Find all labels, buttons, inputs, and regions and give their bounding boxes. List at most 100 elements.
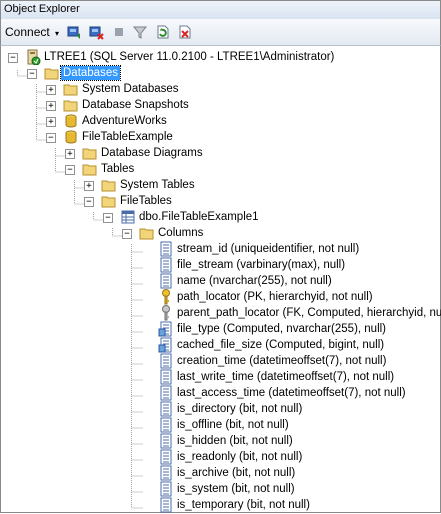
- delete-icon[interactable]: [177, 24, 193, 40]
- column-icon: [160, 257, 172, 273]
- folder-icon: [82, 148, 97, 160]
- tree-node-system-tables[interactable]: + System Tables: [1, 177, 440, 193]
- collapse-toggle[interactable]: −: [84, 197, 94, 207]
- collapse-toggle[interactable]: −: [46, 133, 56, 143]
- column-icon: [160, 369, 172, 385]
- column-label: path_locator (PK, hierarchyid, not null): [177, 291, 373, 303]
- column-node[interactable]: is_hidden (bit, not null): [1, 433, 440, 449]
- folder-icon: [63, 84, 78, 96]
- tree-node-database-diagrams[interactable]: + Database Diagrams: [1, 145, 440, 161]
- connect-label: Connect: [5, 25, 50, 39]
- tree-node-databases[interactable]: − Databases: [1, 65, 440, 81]
- column-node[interactable]: is_system (bit, not null): [1, 481, 440, 497]
- column-label: cached_file_size (Computed, bigint, null…: [177, 339, 385, 351]
- tree-node-server[interactable]: − LTREE1 (SQL Server 11.0.2100 - LTREE1\…: [1, 49, 440, 65]
- tree-node-table[interactable]: − dbo.FileTableExample1: [1, 209, 440, 225]
- refresh-icon[interactable]: [155, 24, 171, 40]
- column-icon: [160, 497, 172, 513]
- expand-toggle[interactable]: +: [46, 101, 56, 111]
- folder-open-icon: [139, 228, 154, 240]
- connect-object-explorer-icon[interactable]: [66, 24, 82, 40]
- column-label: is_temporary (bit, not null): [177, 499, 310, 511]
- column-node[interactable]: is_archive (bit, not null): [1, 465, 440, 481]
- column-label: is_system (bit, not null): [177, 483, 295, 495]
- columns-folder-label: Columns: [158, 227, 204, 239]
- column-node[interactable]: last_access_time (datetimeoffset(7), not…: [1, 385, 440, 401]
- database-snapshots-label: Database Snapshots: [82, 99, 189, 111]
- computed-column-icon: [158, 321, 172, 337]
- column-label: is_readonly (bit, not null): [177, 451, 303, 463]
- tree-node-adventureworks[interactable]: + AdventureWorks: [1, 113, 440, 129]
- database-icon: [65, 114, 77, 128]
- column-icon: [160, 385, 172, 401]
- column-node[interactable]: path_locator (PK, hierarchyid, not null): [1, 289, 440, 305]
- column-node[interactable]: is_readonly (bit, not null): [1, 449, 440, 465]
- system-tables-label: System Tables: [120, 179, 195, 191]
- column-label: file_stream (varbinary(max), null): [177, 259, 346, 271]
- chevron-down-icon: ▾: [55, 29, 60, 38]
- table-icon: [121, 210, 135, 224]
- filetableexample-label: FileTableExample: [82, 131, 173, 143]
- folder-open-icon: [82, 164, 97, 176]
- folder-icon: [63, 100, 78, 112]
- column-node[interactable]: is_offline (bit, not null): [1, 417, 440, 433]
- column-icon: [160, 273, 172, 289]
- server-icon: [27, 49, 41, 65]
- expand-toggle[interactable]: +: [46, 85, 56, 95]
- column-label: name (nvarchar(255), not null): [177, 275, 332, 287]
- column-icon: [160, 481, 172, 497]
- expand-toggle[interactable]: +: [65, 149, 75, 159]
- collapse-toggle[interactable]: −: [27, 69, 37, 79]
- column-label: last_access_time (datetimeoffset(7), not…: [177, 387, 406, 399]
- folder-icon: [101, 180, 116, 192]
- database-icon: [65, 130, 77, 144]
- primary-key-icon: [162, 289, 170, 305]
- computed-column-icon: [158, 337, 172, 353]
- table-label: dbo.FileTableExample1: [139, 211, 259, 223]
- filter-icon[interactable]: [132, 24, 148, 40]
- column-label: is_hidden (bit, not null): [177, 435, 293, 447]
- folder-open-icon: [101, 196, 116, 208]
- column-node[interactable]: stream_id (uniqueidentifier, not null): [1, 241, 440, 257]
- column-node[interactable]: file_type (Computed, nvarchar(255), null…: [1, 321, 440, 337]
- disconnect-icon[interactable]: [88, 24, 104, 40]
- column-node[interactable]: cached_file_size (Computed, bigint, null…: [1, 337, 440, 353]
- collapse-toggle[interactable]: −: [122, 229, 132, 239]
- column-node[interactable]: creation_time (datetimeoffset(7), not nu…: [1, 353, 440, 369]
- column-icon: [160, 417, 172, 433]
- databases-label: Databases: [60, 65, 121, 81]
- database-diagrams-label: Database Diagrams: [101, 147, 203, 159]
- folder-open-icon: [44, 68, 59, 80]
- collapse-toggle[interactable]: −: [65, 165, 75, 175]
- filetables-label: FileTables: [120, 195, 172, 207]
- column-label: stream_id (uniqueidentifier, not null): [177, 243, 360, 255]
- column-node[interactable]: file_stream (varbinary(max), null): [1, 257, 440, 273]
- adventureworks-label: AdventureWorks: [82, 115, 167, 127]
- column-label: is_archive (bit, not null): [177, 467, 296, 479]
- expand-toggle[interactable]: +: [84, 181, 94, 191]
- column-node[interactable]: name (nvarchar(255), not null): [1, 273, 440, 289]
- connect-button[interactable]: Connect ▾: [5, 25, 59, 39]
- column-icon: [160, 449, 172, 465]
- tree-node-database-snapshots[interactable]: + Database Snapshots: [1, 97, 440, 113]
- column-icon: [160, 241, 172, 257]
- column-node[interactable]: parent_path_locator (FK, Computed, hiera…: [1, 305, 441, 321]
- collapse-toggle[interactable]: −: [103, 213, 113, 223]
- column-label: is_directory (bit, not null): [177, 403, 303, 415]
- tree-node-filetables[interactable]: − FileTables: [1, 193, 440, 209]
- column-icon: [160, 465, 172, 481]
- column-node[interactable]: is_directory (bit, not null): [1, 401, 440, 417]
- tree-node-columns[interactable]: − Columns: [1, 225, 440, 241]
- tree-node-tables[interactable]: − Tables: [1, 161, 440, 177]
- column-label: file_type (Computed, nvarchar(255), null…: [177, 323, 387, 335]
- column-node[interactable]: is_temporary (bit, not null): [1, 497, 440, 513]
- expand-toggle[interactable]: +: [46, 117, 56, 127]
- stop-icon[interactable]: [111, 24, 127, 40]
- tables-label: Tables: [101, 163, 135, 175]
- tree-node-system-databases[interactable]: + System Databases: [1, 81, 440, 97]
- collapse-toggle[interactable]: −: [8, 53, 18, 63]
- column-icon: [160, 433, 172, 449]
- column-label: parent_path_locator (FK, Computed, hiera…: [177, 307, 441, 319]
- tree-node-filetableexample[interactable]: − FileTableExample: [1, 129, 440, 145]
- column-node[interactable]: last_write_time (datetimeoffset(7), not …: [1, 369, 440, 385]
